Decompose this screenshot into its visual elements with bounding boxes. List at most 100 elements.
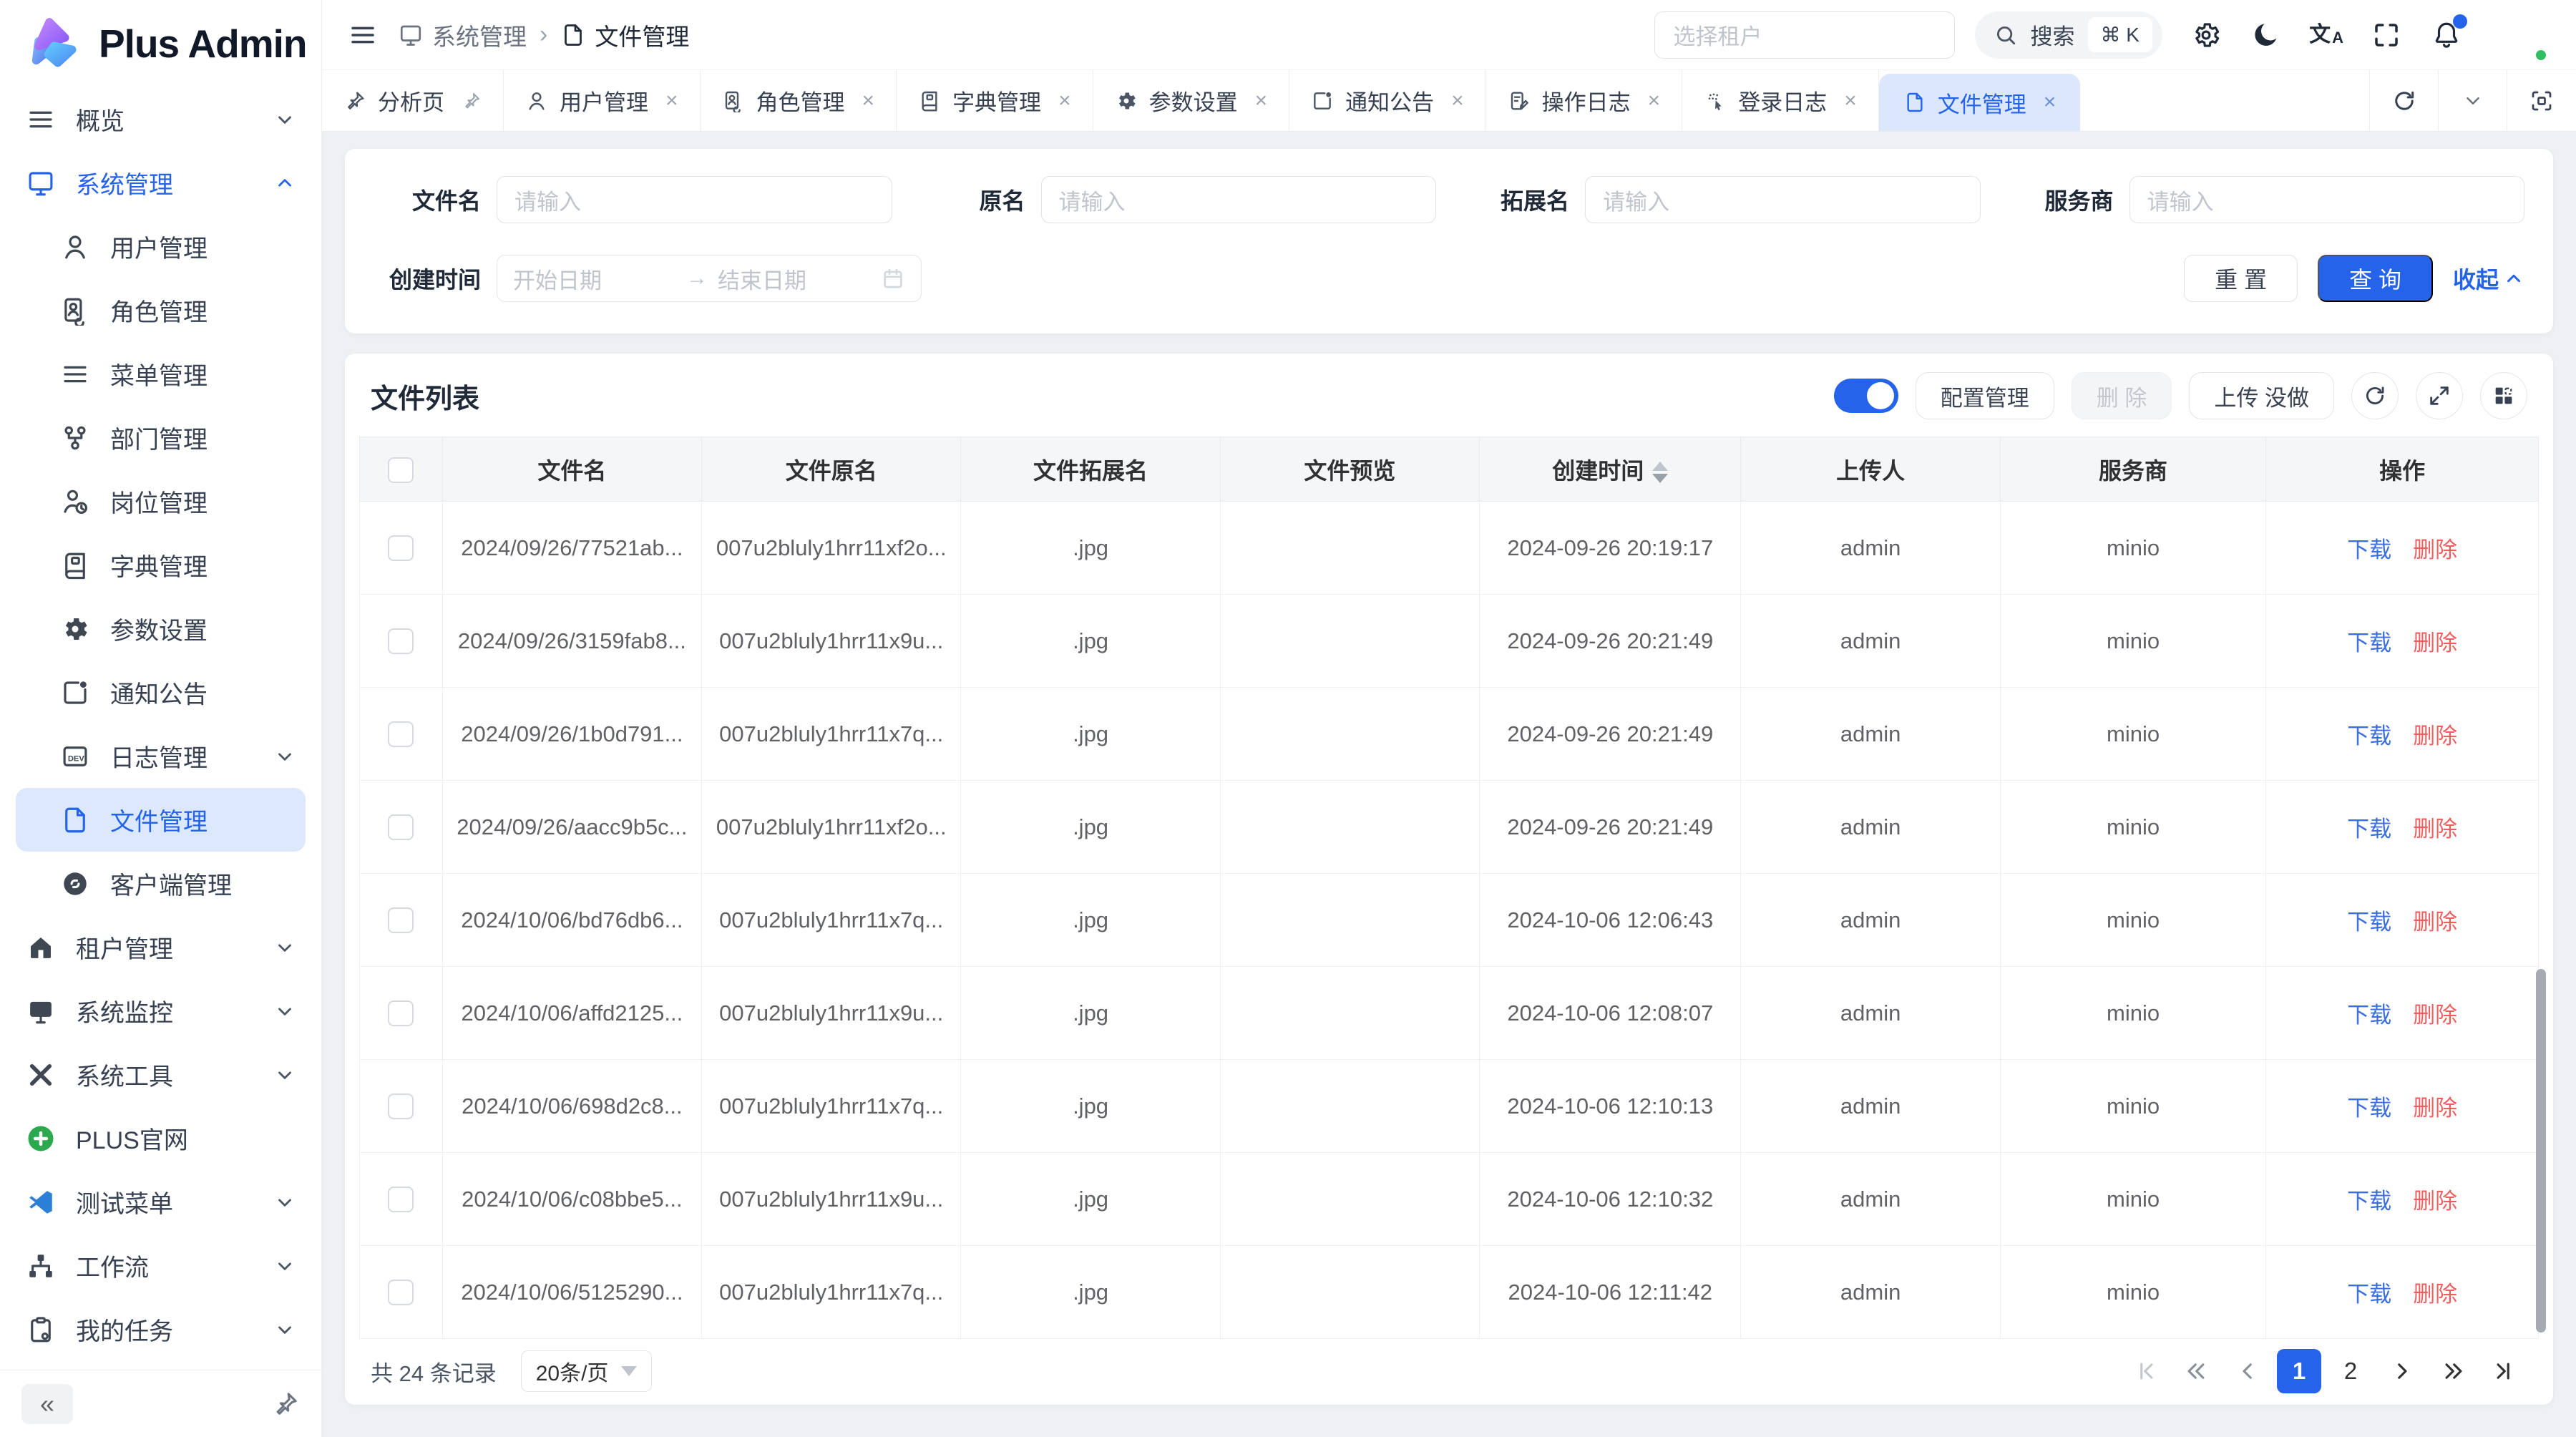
file-name-input[interactable]: 请输入 <box>497 176 892 223</box>
sidebar-item-plus-site[interactable]: PLUS官网 <box>0 1106 321 1170</box>
upload-button[interactable]: 上传 没做 <box>2189 372 2334 419</box>
sidebar-item-tenant-mgmt[interactable]: 租户管理 <box>0 915 321 979</box>
download-link[interactable]: 下载 <box>2347 625 2391 657</box>
page-size-select[interactable]: 20条/页 <box>521 1350 653 1392</box>
close-icon[interactable]: × <box>1648 90 1661 112</box>
close-icon[interactable]: × <box>665 90 678 112</box>
tab-params[interactable]: 参数设置× <box>1093 70 1290 131</box>
collapse-filters-link[interactable]: 收起 <box>2453 262 2524 295</box>
sidebar-pin-icon[interactable] <box>271 1390 300 1418</box>
row-checkbox[interactable] <box>388 721 414 747</box>
row-checkbox[interactable] <box>388 1000 414 1026</box>
provider-input[interactable]: 请输入 <box>2129 176 2525 223</box>
sort-icon[interactable] <box>1652 462 1668 483</box>
sidebar-item-log-mgmt[interactable]: DEV日志管理 <box>0 724 321 788</box>
tab-user[interactable]: 用户管理× <box>504 70 701 131</box>
page-button-2[interactable]: 2 <box>2328 1349 2373 1393</box>
download-link[interactable]: 下载 <box>2347 811 2391 843</box>
next-5-pages-button[interactable] <box>2431 1349 2476 1393</box>
breadcrumb-item-system[interactable]: 系统管理 <box>398 18 527 52</box>
sidebar-item-test-menu[interactable]: 测试菜单 <box>0 1170 321 1234</box>
download-link[interactable]: 下载 <box>2347 718 2391 750</box>
row-delete-link[interactable]: 删除 <box>2413 811 2457 843</box>
row-delete-link[interactable]: 删除 <box>2413 625 2457 657</box>
sidebar-item-param-settings[interactable]: 参数设置 <box>0 597 321 661</box>
sidebar-item-sys-monitor[interactable]: 系统监控 <box>0 979 321 1043</box>
sidebar-item-my-tasks[interactable]: 我的任务 <box>0 1297 321 1361</box>
reset-button[interactable]: 重 置 <box>2184 255 2298 302</box>
first-page-button[interactable] <box>2122 1349 2167 1393</box>
config-manage-button[interactable]: 配置管理 <box>1916 372 2054 419</box>
row-delete-link[interactable]: 删除 <box>2413 904 2457 936</box>
sidebar-item-dept-mgmt[interactable]: 部门管理 <box>0 406 321 469</box>
gear-icon[interactable] <box>2191 20 2221 50</box>
sidebar-item-notice[interactable]: 通知公告 <box>0 661 321 724</box>
row-checkbox[interactable] <box>388 535 414 561</box>
select-all-checkbox[interactable] <box>388 457 414 483</box>
fullscreen-icon[interactable] <box>2371 20 2401 50</box>
close-icon[interactable]: × <box>1255 90 1268 112</box>
avatar[interactable] <box>2492 6 2550 64</box>
sidebar-item-user-mgmt[interactable]: 用户管理 <box>0 215 321 278</box>
row-checkbox[interactable] <box>388 1093 414 1119</box>
sidebar-item-dict-mgmt[interactable]: 字典管理 <box>0 533 321 597</box>
last-page-button[interactable] <box>2483 1349 2527 1393</box>
row-delete-link[interactable]: 删除 <box>2413 997 2457 1029</box>
bell-icon[interactable] <box>2431 20 2462 50</box>
tab-role[interactable]: 角色管理× <box>701 70 897 131</box>
page-button-1[interactable]: 1 <box>2277 1349 2321 1393</box>
date-range-picker[interactable]: 开始日期 → 结束日期 <box>497 255 922 302</box>
row-checkbox[interactable] <box>388 814 414 840</box>
column-settings-button[interactable] <box>2480 372 2527 419</box>
sidebar-collapse-button[interactable]: « <box>21 1384 73 1424</box>
close-icon[interactable]: × <box>1844 90 1857 112</box>
row-checkbox[interactable] <box>388 1187 414 1212</box>
tab-op-log[interactable]: 操作日志× <box>1486 70 1683 131</box>
download-link[interactable]: 下载 <box>2347 1090 2391 1122</box>
orig-name-input[interactable]: 请输入 <box>1041 176 1437 223</box>
download-link[interactable]: 下载 <box>2347 904 2391 936</box>
sidebar-item-system-mgmt[interactable]: 系统管理 <box>0 151 321 215</box>
table-refresh-button[interactable] <box>2351 372 2399 419</box>
sidebar-item-overview[interactable]: 概览 <box>0 87 321 151</box>
query-button[interactable]: 查 询 <box>2318 255 2433 302</box>
sidebar-item-workflow[interactable]: 工作流 <box>0 1234 321 1297</box>
download-link[interactable]: 下载 <box>2347 997 2391 1029</box>
pin-icon[interactable] <box>462 91 482 111</box>
tab-notice[interactable]: 通知公告× <box>1289 70 1486 131</box>
sidebar-item-role-mgmt[interactable]: 角色管理 <box>0 278 321 342</box>
row-checkbox[interactable] <box>388 907 414 933</box>
sidebar-item-client-mgmt[interactable]: 客户端管理 <box>0 852 321 915</box>
close-icon[interactable]: × <box>2044 92 2057 113</box>
download-link[interactable]: 下载 <box>2347 1276 2391 1308</box>
row-delete-link[interactable]: 删除 <box>2413 532 2457 564</box>
breadcrumb-item-file[interactable]: 文件管理 <box>560 18 689 52</box>
close-icon[interactable]: × <box>1058 90 1071 112</box>
list-toggle-switch[interactable] <box>1834 379 1898 413</box>
moon-icon[interactable] <box>2251 20 2281 50</box>
table-fullscreen-button[interactable] <box>2416 372 2463 419</box>
global-search-button[interactable]: 搜索 ⌘ K <box>1975 11 2162 59</box>
next-page-button[interactable] <box>2380 1349 2424 1393</box>
row-delete-link[interactable]: 删除 <box>2413 718 2457 750</box>
sidebar-item-post-mgmt[interactable]: 岗位管理 <box>0 469 321 533</box>
close-icon[interactable]: × <box>1451 90 1464 112</box>
sidebar-item-sys-tools[interactable]: 系统工具 <box>0 1043 321 1106</box>
table-scrollbar-thumb[interactable] <box>2536 969 2546 1333</box>
ext-name-input[interactable]: 请输入 <box>1585 176 1981 223</box>
download-link[interactable]: 下载 <box>2347 532 2391 564</box>
prev-page-button[interactable] <box>2225 1349 2270 1393</box>
tab-analysis[interactable]: 分析页 <box>322 70 504 131</box>
download-link[interactable]: 下载 <box>2347 1183 2391 1215</box>
row-delete-link[interactable]: 删除 <box>2413 1276 2457 1308</box>
tab-file[interactable]: 文件管理× <box>1879 74 2081 131</box>
sidebar-item-menu-mgmt[interactable]: 菜单管理 <box>0 342 321 406</box>
tenant-select-input[interactable]: 选择租户 <box>1654 11 1955 59</box>
sidebar-item-file-mgmt[interactable]: 文件管理 <box>16 788 306 852</box>
tab-more-button[interactable] <box>2439 70 2507 131</box>
tab-login-log[interactable]: 登录日志× <box>1682 70 1879 131</box>
translate-icon[interactable]: 文A <box>2311 20 2341 50</box>
row-checkbox[interactable] <box>388 1280 414 1305</box>
hamburger-icon[interactable] <box>348 20 378 50</box>
sidebar-item-gitee-log[interactable]: gitee记录 <box>0 1361 321 1370</box>
